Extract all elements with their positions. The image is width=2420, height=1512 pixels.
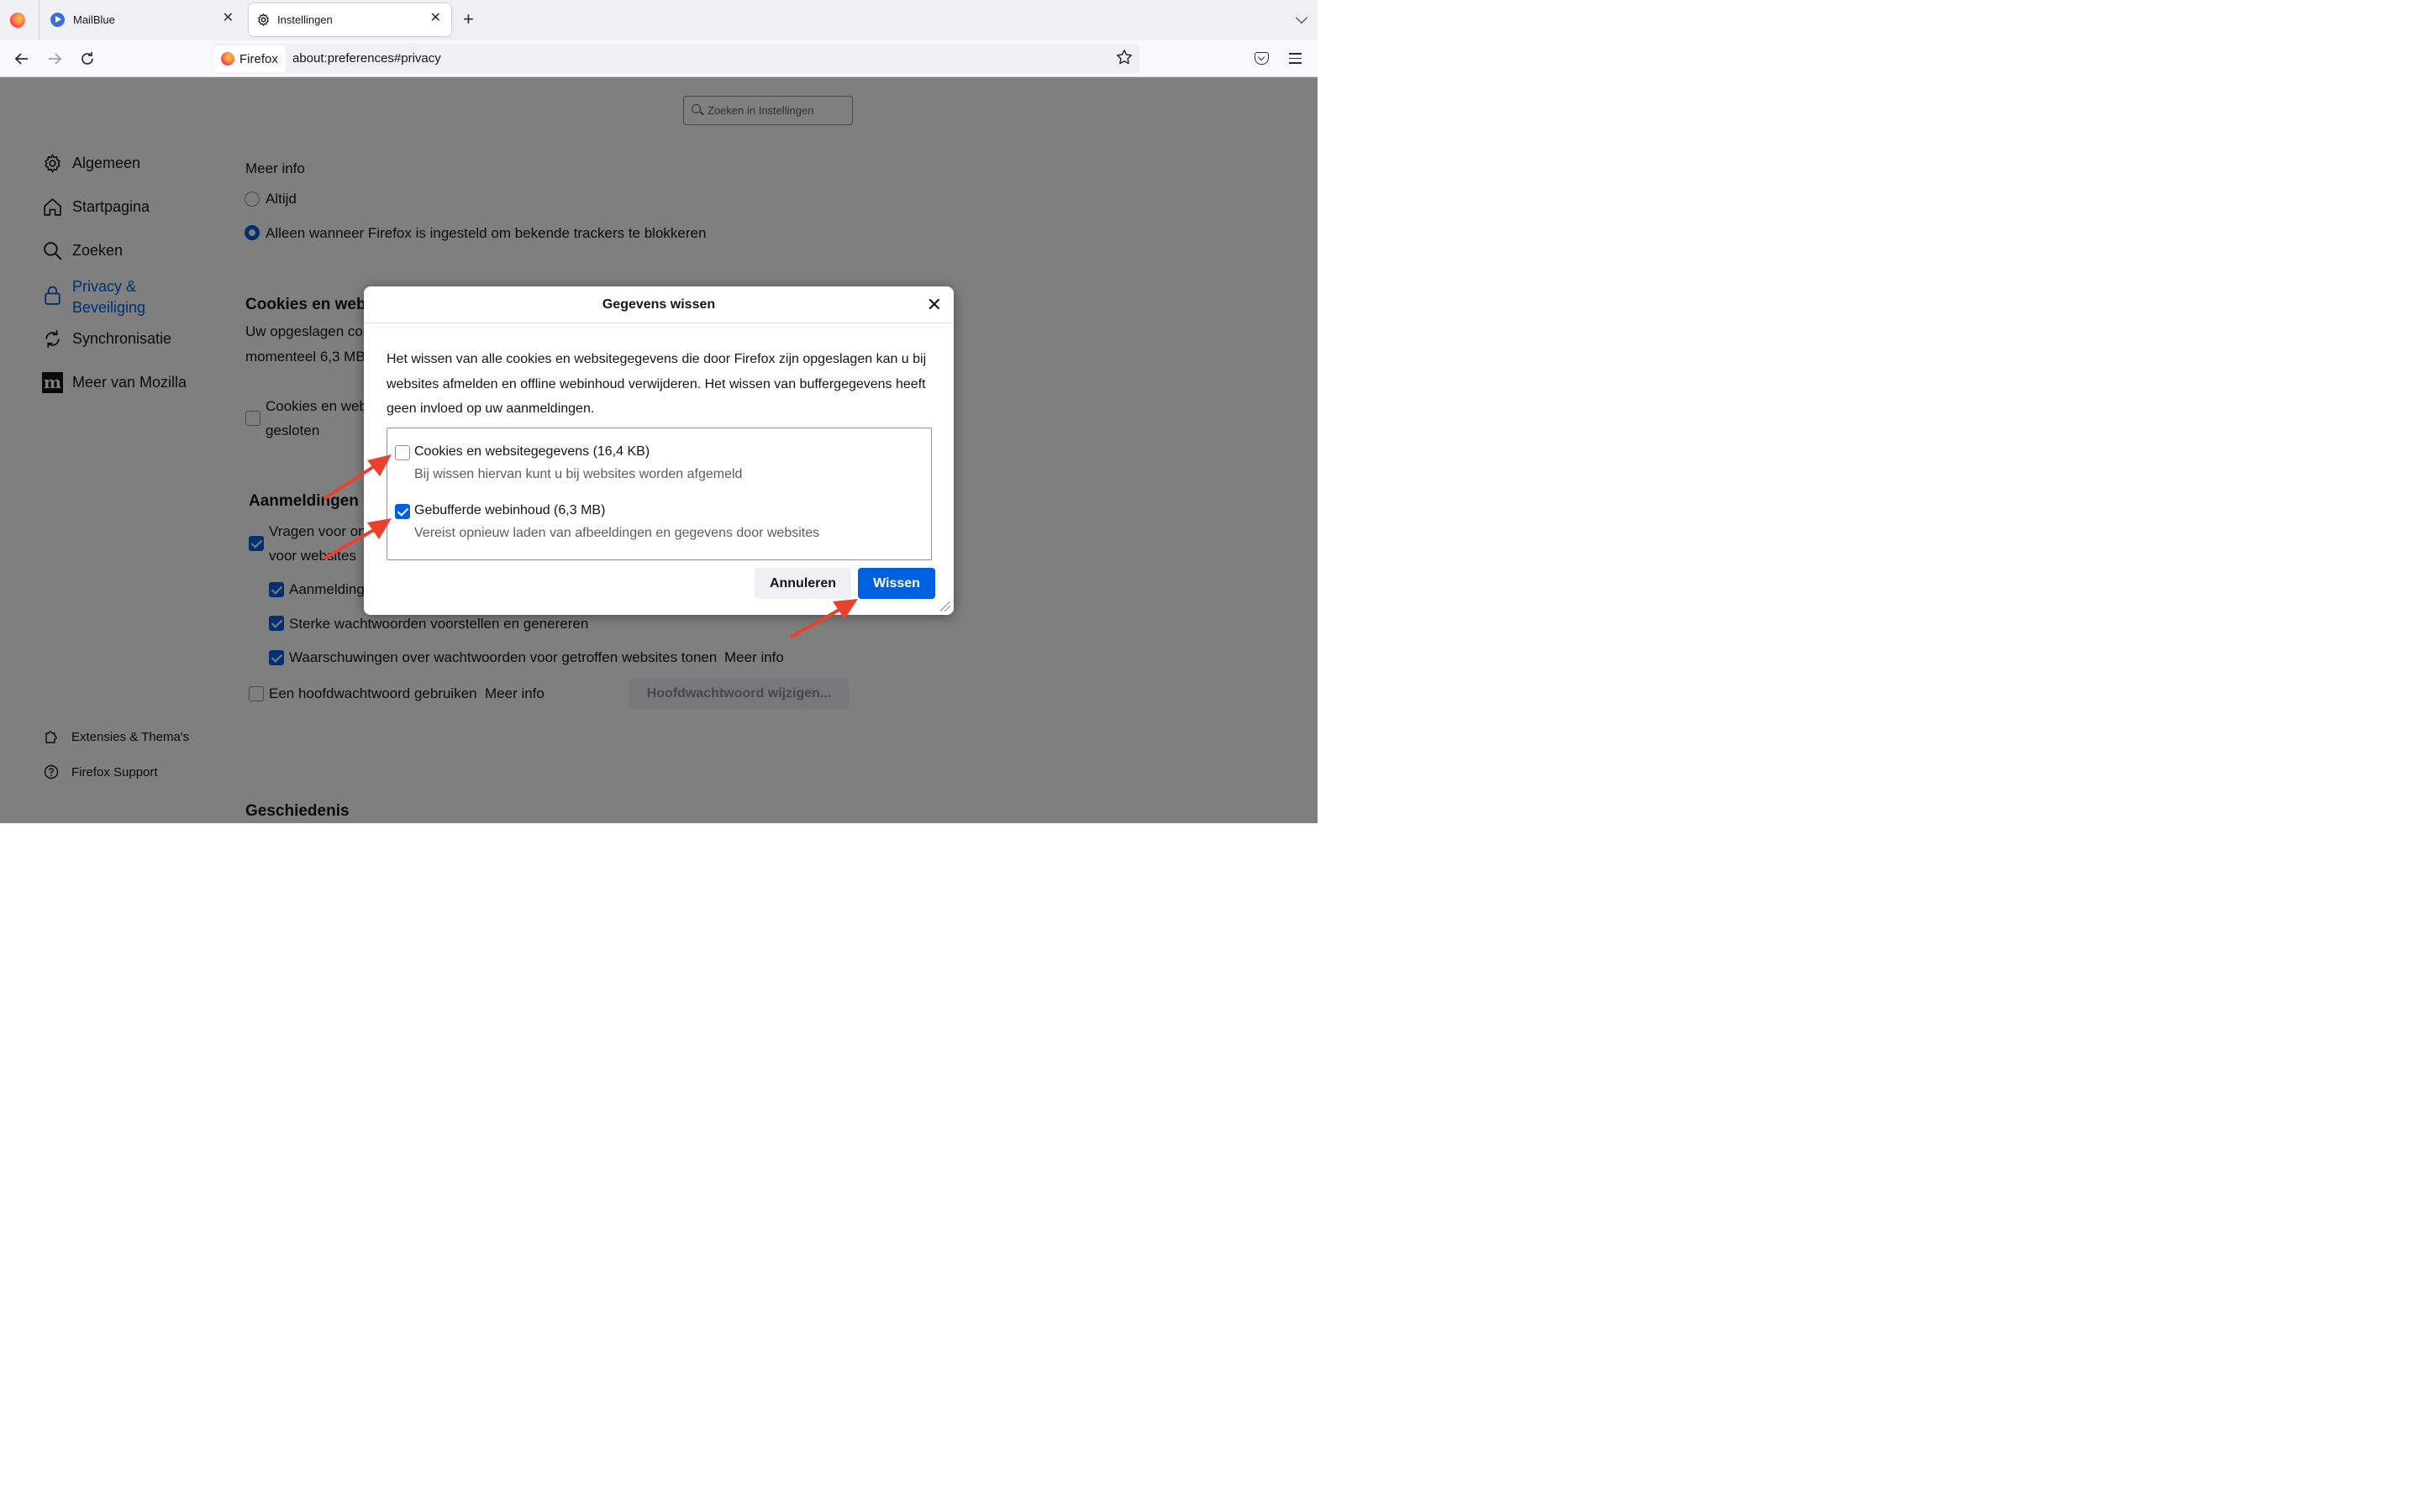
forward-arrow-icon (49, 53, 62, 65)
cached-web-content-checkbox[interactable] (395, 504, 410, 519)
hamburger-menu-icon[interactable] (1289, 53, 1302, 67)
cancel-button[interactable]: Annuleren (755, 568, 851, 599)
dialog-title-text: Gegevens wissen (602, 297, 716, 312)
clear-options-box: Cookies en websitegegevens (16,4 KB) Bij… (387, 428, 932, 560)
back-button[interactable] (12, 49, 32, 69)
url-text[interactable]: about:preferences#privacy (292, 51, 441, 66)
bookmark-star-icon[interactable] (1116, 49, 1133, 66)
chevron-down-icon[interactable] (1295, 11, 1308, 24)
tab-label: MailBlue (73, 13, 115, 26)
cookies-site-data-label: Cookies en websitegegevens (16,4 KB) (414, 444, 650, 459)
tab-instellingen[interactable]: Instellingen ✕ (249, 3, 451, 36)
clear-button[interactable]: Wissen (858, 568, 935, 599)
identity-label: Firefox (239, 51, 278, 66)
navigation-toolbar: Firefox about:preferences#privacy (0, 40, 1318, 77)
forward-button[interactable] (45, 49, 65, 69)
new-tab-button[interactable]: + (463, 10, 474, 29)
mailblue-favicon-icon (50, 13, 65, 27)
pocket-icon[interactable] (1255, 52, 1269, 65)
identity-box[interactable]: Firefox (213, 45, 286, 72)
tab-label: Instellingen (277, 13, 333, 26)
clear-data-dialog: Gegevens wissen ✕ Het wissen van alle co… (364, 286, 954, 615)
back-arrow-icon (14, 53, 28, 65)
dialog-description: Het wissen van alle cookies en websitege… (387, 352, 927, 416)
reload-button[interactable] (77, 49, 97, 69)
tab-mailblue[interactable]: MailBlue ✕ (42, 3, 244, 36)
gear-icon (258, 13, 269, 26)
close-icon[interactable]: ✕ (927, 296, 942, 314)
tab-strip: MailBlue ✕ Instellingen ✕ + (0, 0, 1318, 40)
cached-web-content-sublabel: Vereist opnieuw laden van afbeeldingen e… (414, 526, 820, 540)
resize-grip-icon[interactable] (940, 601, 950, 612)
firefox-logo-icon (221, 52, 234, 66)
dialog-title: Gegevens wissen (364, 286, 954, 323)
reload-icon (82, 52, 93, 65)
close-tab-icon[interactable]: ✕ (430, 12, 441, 25)
cached-web-content-label: Gebufferde webinhoud (6,3 MB) (414, 503, 606, 517)
firefox-view-icon[interactable] (10, 13, 25, 28)
cookies-site-data-sublabel: Bij wissen hiervan kunt u bij websites w… (414, 467, 743, 481)
url-bar[interactable]: Firefox about:preferences#privacy (213, 44, 1139, 74)
close-tab-icon[interactable]: ✕ (223, 12, 234, 25)
cookies-site-data-checkbox[interactable] (395, 445, 410, 460)
